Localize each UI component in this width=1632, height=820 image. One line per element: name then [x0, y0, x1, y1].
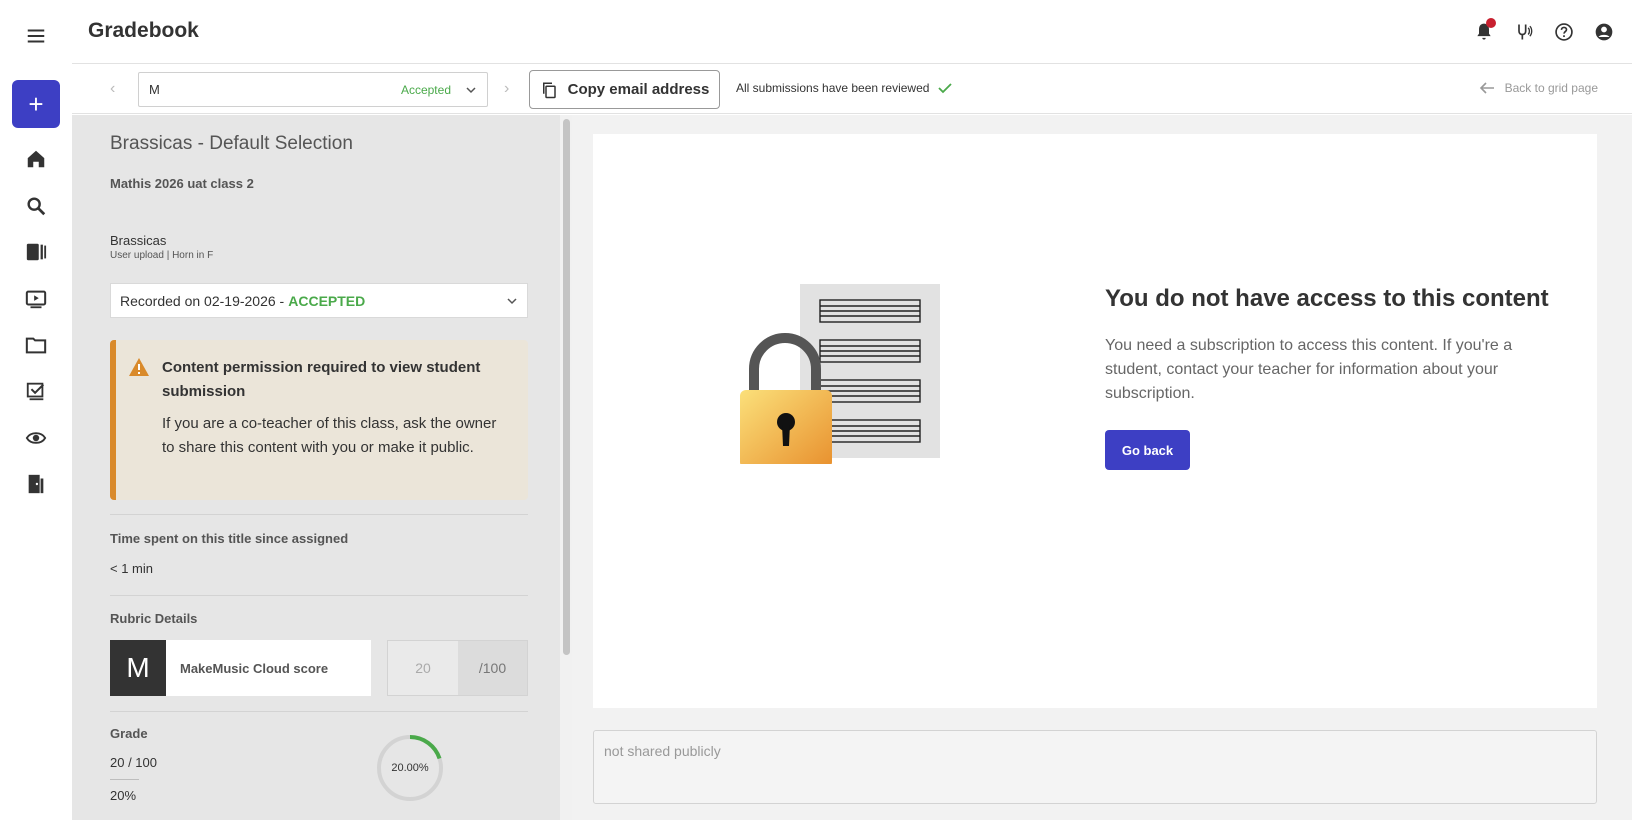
permission-warning: Content permission required to view stud… [110, 340, 528, 500]
warning-icon [129, 358, 149, 376]
rubric-details-label: Rubric Details [110, 611, 198, 626]
grade-divider [110, 779, 139, 780]
rubric-card: M MakeMusic Cloud score [110, 640, 371, 696]
app-header: Gradebook [72, 0, 1632, 64]
grade-ring-label: 20.00% [391, 762, 429, 774]
view-icon[interactable] [24, 426, 48, 450]
back-to-grid-label: Back to grid page [1504, 81, 1598, 95]
folder-icon[interactable] [24, 333, 48, 357]
check-icon [938, 83, 953, 94]
assignments-icon[interactable] [24, 379, 48, 403]
search-icon[interactable] [24, 194, 48, 218]
recording-date: Recorded on 02-19-2026 - [120, 292, 285, 309]
piece-subtitle: User upload | Horn in F [110, 250, 214, 261]
assignment-title: Brassicas - Default Selection [110, 133, 353, 154]
grade-progress-ring: 20.00% [375, 733, 445, 803]
copy-email-button[interactable]: Copy email address [529, 70, 720, 109]
time-spent-value: < 1 min [110, 561, 153, 576]
chevron-down-icon [507, 297, 517, 304]
submission-toolbar: ‹ M Accepted › Copy email address All su… [72, 64, 1632, 114]
home-icon[interactable] [24, 147, 48, 171]
tuner-icon[interactable] [1512, 20, 1536, 44]
exit-icon[interactable] [24, 472, 48, 496]
recording-status: ACCEPTED [288, 292, 366, 309]
bell-icon[interactable] [1472, 18, 1496, 44]
account-icon[interactable] [1592, 20, 1616, 44]
time-spent-label: Time spent on this title since assigned [110, 531, 349, 546]
submission-details-panel: Brassicas - Default Selection Mathis 202… [72, 115, 572, 820]
no-access-card: You do not have access to this content Y… [593, 134, 1597, 708]
share-status-placeholder: not shared publicly [604, 743, 721, 759]
review-status-text: All submissions have been reviewed [736, 81, 930, 95]
copy-email-label: Copy email address [567, 81, 710, 98]
video-icon[interactable] [24, 287, 48, 311]
copy-icon [542, 82, 556, 98]
panel-scrollbar[interactable] [560, 115, 572, 820]
rubric-score: 20 /100 [387, 640, 528, 696]
notification-badge [1486, 18, 1496, 28]
left-rail: + [0, 0, 72, 820]
next-student-chevron-icon[interactable]: › [504, 80, 509, 98]
divider [110, 514, 528, 515]
library-icon[interactable] [24, 240, 48, 264]
go-back-button[interactable]: Go back [1105, 430, 1190, 470]
divider [110, 595, 528, 596]
locked-document-illustration [740, 284, 940, 464]
arrow-left-icon [1479, 82, 1494, 94]
grade-value: 20 / 100 [110, 755, 157, 770]
review-status: All submissions have been reviewed [736, 81, 953, 95]
add-button[interactable]: + [12, 80, 60, 128]
no-access-title: You do not have access to this content [1105, 285, 1549, 312]
grade-label: Grade [110, 726, 148, 741]
no-access-message: You need a subscription to access this c… [1105, 337, 1513, 402]
chevron-down-icon [466, 86, 476, 93]
recording-select[interactable]: Recorded on 02-19-2026 - ACCEPTED [110, 283, 528, 318]
piece-name: Brassicas [110, 233, 167, 248]
warning-body: If you are a co-teacher of this class, a… [162, 415, 497, 456]
share-status-field[interactable]: not shared publicly [593, 730, 1597, 804]
submission-viewer: You do not have access to this content Y… [572, 115, 1632, 820]
class-name: Mathis 2026 uat class 2 [110, 176, 254, 191]
page-title: Gradebook [88, 19, 199, 42]
divider [110, 711, 528, 712]
prev-student-chevron-icon[interactable]: ‹ [110, 80, 115, 98]
menu-icon[interactable] [24, 24, 48, 48]
help-icon[interactable] [1552, 20, 1576, 44]
rubric-avatar: M [110, 640, 166, 696]
grade-percent: 20% [110, 788, 137, 803]
rubric-name: MakeMusic Cloud score [180, 660, 329, 676]
warning-title: Content permission required to view stud… [162, 359, 481, 400]
student-select-value: M [149, 82, 160, 97]
student-status: Accepted [400, 82, 451, 97]
rubric-score-input[interactable]: 20 [388, 641, 458, 695]
rubric-score-max: /100 [458, 641, 527, 695]
student-select[interactable]: M Accepted [138, 72, 488, 107]
back-to-grid-link[interactable]: Back to grid page [1479, 81, 1598, 95]
